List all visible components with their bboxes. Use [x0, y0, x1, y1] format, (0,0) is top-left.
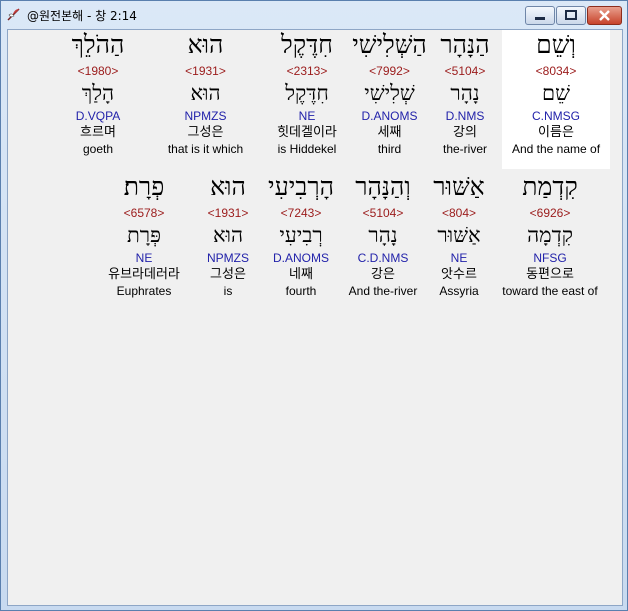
strong-number[interactable]: <7992> [351, 63, 428, 79]
english-gloss: goeth [82, 142, 114, 156]
strong-number[interactable]: <2313> [263, 63, 351, 79]
korean-gloss: 네째 [289, 267, 313, 282]
english-gloss: is Hiddekel [277, 142, 337, 156]
korean-gloss: 힛데겔이라 [277, 125, 337, 140]
word-cell[interactable]: הַהֹלֵךְ <1980> הָלַךְ D.VQPA 흐르며 goeth [58, 30, 138, 157]
strong-number[interactable]: <7243> [260, 205, 342, 221]
english-gloss: And the name of [511, 142, 601, 156]
morphology-code[interactable]: C.NMSG [502, 109, 610, 124]
hebrew-lemma: שְׁלִישִׁי [364, 81, 415, 105]
morphology-code[interactable]: NPMZS [148, 109, 263, 124]
hebrew-word: וְהַנָּהָר [355, 172, 411, 201]
word-cell[interactable]: הָרְבִיעִי <7243> רְבִיעִי D.ANOMS 네째 fo… [260, 172, 342, 299]
hebrew-lemma: חִדֶּקֶל [285, 81, 329, 105]
close-button[interactable] [587, 6, 622, 25]
hebrew-word: חִדֶּקֶל [281, 30, 333, 59]
hebrew-word: הַהֹלֵךְ [71, 30, 125, 59]
korean-gloss: 흐르며 [80, 125, 116, 140]
hebrew-lemma: אַשּׁוּר [437, 223, 481, 247]
dove-quill-icon[interactable] [6, 6, 22, 22]
hebrew-word: הַשְּׁלִישִׁי [352, 30, 427, 59]
hebrew-lemma: הוּא [212, 223, 244, 247]
word-cell[interactable]: חִדֶּקֶל <2313> חִדֶּקֶל NE 힛데겔이라 is Hid… [263, 30, 351, 157]
strong-number[interactable]: <804> [424, 205, 494, 221]
korean-gloss: 강은 [371, 267, 395, 282]
hebrew-lemma: הוּא [190, 81, 221, 105]
interlinear-panel[interactable]: וְשֵׁם <8034> שֵׁם C.NMSG 이름은 And the na… [7, 29, 623, 606]
hebrew-lemma: פְּרָת [126, 223, 162, 247]
morphology-code[interactable]: NFSG [494, 251, 606, 266]
hebrew-word: קִדְמַת [522, 172, 578, 201]
morphology-code[interactable]: NE [96, 251, 192, 266]
english-gloss: toward the east of [502, 284, 598, 298]
morphology-code[interactable]: D.ANOMS [351, 109, 428, 124]
maximize-icon [565, 10, 577, 20]
hebrew-word: הוּא [210, 172, 246, 201]
korean-gloss: 동편으로 [526, 267, 574, 282]
strong-number[interactable]: <6578> [96, 205, 192, 221]
minimize-icon [535, 17, 545, 20]
english-gloss: fourth [285, 284, 317, 298]
morphology-code[interactable]: NPMZS [196, 251, 260, 266]
word-cell[interactable]: אַשּׁוּר <804> אַשּׁוּר NE 앗수르 Assyria [424, 172, 494, 299]
word-cell[interactable]: הוּא <1931> הוּא NPMZS 그성은 is [196, 172, 260, 299]
korean-gloss: 강의 [453, 125, 477, 140]
strong-number[interactable]: <1980> [58, 63, 138, 79]
word-cell[interactable]: פְרָת׃ <6578> פְּרָת NE 유브라데러라 Euphrates [96, 172, 192, 299]
english-gloss: third [377, 142, 402, 156]
korean-gloss: 세째 [377, 125, 402, 140]
hebrew-word: וְשֵׁם [536, 30, 576, 59]
hebrew-word: הַנָּהָר [440, 30, 490, 59]
strong-number[interactable]: <1931> [148, 63, 263, 79]
hebrew-word: פְרָת׃ [123, 172, 165, 201]
word-cell[interactable]: הוּא <1931> הוּא NPMZS 그성은 that is it wh… [148, 30, 263, 157]
minimize-button[interactable] [525, 6, 555, 25]
korean-gloss: 유브라데러라 [108, 267, 180, 282]
english-gloss: that is it which [167, 142, 244, 156]
hebrew-word: אַשּׁוּר [433, 172, 485, 201]
morphology-code[interactable]: C.D.NMS [342, 251, 424, 266]
morphology-code[interactable]: D.ANOMS [260, 251, 342, 266]
hebrew-lemma: קִדְמָה [527, 223, 573, 247]
korean-gloss: 이름은 [538, 125, 574, 140]
hebrew-word: הָרְבִיעִי [268, 172, 334, 201]
morphology-code[interactable]: D.NMS [428, 109, 502, 124]
hebrew-lemma: נָהָר [368, 223, 398, 247]
hebrew-lemma: שֵׁם [542, 81, 570, 105]
word-cell[interactable]: וְהַנָּהָר <5104> נָהָר C.D.NMS 강은 And t… [342, 172, 424, 299]
maximize-button[interactable] [556, 6, 586, 25]
window-title: @원전본해 - 창 2:14 [27, 9, 137, 23]
hebrew-lemma: נָהָר [450, 81, 480, 105]
word-cell[interactable]: הַנָּהָר <5104> נָהָר D.NMS 강의 the-river [428, 30, 502, 157]
english-gloss: Assyria [439, 284, 479, 298]
english-gloss: the-river [442, 142, 487, 156]
morphology-code[interactable]: NE [263, 109, 351, 124]
app-window: @원전본해 - 창 2:14 וְשֵׁם <8034> שֵׁם C.NMSG… [0, 0, 628, 611]
strong-number[interactable]: <1931> [196, 205, 260, 221]
korean-gloss: 그성은 [187, 125, 224, 140]
word-cell[interactable]: קִדְמַת <6926> קִדְמָה NFSG 동편으로 toward … [494, 172, 606, 299]
word-cell[interactable]: הַשְּׁלִישִׁי <7992> שְׁלִישִׁי D.ANOMS … [351, 30, 428, 157]
word-cell[interactable]: וְשֵׁם <8034> שֵׁם C.NMSG 이름은 And the na… [502, 30, 610, 157]
english-gloss: is [223, 284, 233, 298]
english-gloss: And the-river [348, 284, 418, 298]
close-icon [599, 10, 610, 21]
hebrew-lemma: רְבִיעִי [279, 223, 323, 247]
hebrew-lemma: הָלַךְ [81, 81, 115, 105]
strong-number[interactable]: <8034> [502, 63, 610, 79]
korean-gloss: 앗수르 [441, 267, 477, 282]
strong-number[interactable]: <5104> [428, 63, 502, 79]
strong-number[interactable]: <5104> [342, 205, 424, 221]
strong-number[interactable]: <6926> [494, 205, 606, 221]
morphology-code[interactable]: NE [424, 251, 494, 266]
hebrew-word: הוּא [187, 30, 224, 59]
morphology-code[interactable]: D.VQPA [58, 109, 138, 124]
korean-gloss: 그성은 [210, 267, 246, 282]
english-gloss: Euphrates [116, 284, 172, 298]
title-bar[interactable]: @원전본해 - 창 2:14 [1, 1, 627, 29]
